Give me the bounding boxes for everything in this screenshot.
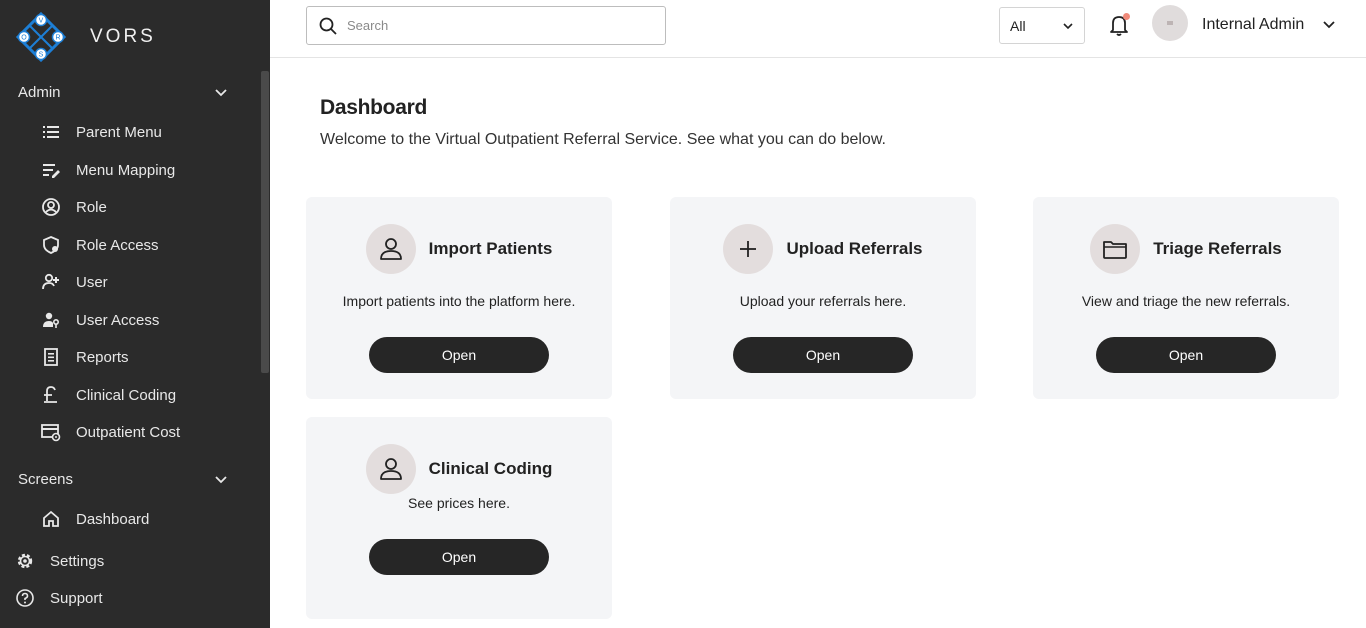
card-header: Upload Referrals xyxy=(670,224,976,274)
svg-text:R: R xyxy=(55,35,60,42)
sidebar-item-label: Role xyxy=(76,198,107,216)
sidebar-item-label: Dashboard xyxy=(76,510,150,528)
card-clinical-coding: Clinical Coding See prices here. Open xyxy=(306,417,612,619)
chevron-down-icon xyxy=(215,88,227,96)
card-import-patients: Import Patients Import patients into the… xyxy=(306,197,612,399)
gear-icon xyxy=(14,550,36,572)
sidebar-item-user-access[interactable]: User Access xyxy=(40,305,255,335)
filter-value: All xyxy=(1010,17,1026,34)
chevron-down-icon[interactable] xyxy=(1322,18,1336,32)
document-icon xyxy=(40,346,62,368)
user-add-icon xyxy=(40,271,62,293)
pound-icon xyxy=(40,384,62,406)
avatar-placeholder-icon xyxy=(1167,21,1173,25)
sidebar-settings-label: Settings xyxy=(50,552,105,570)
sidebar-item-label: Clinical Coding xyxy=(76,386,177,404)
user-key-icon xyxy=(40,309,62,331)
open-button[interactable]: Open xyxy=(369,539,549,575)
card-header: Clinical Coding xyxy=(306,444,612,494)
user-name[interactable]: Internal Admin xyxy=(1202,16,1304,34)
card-description: Import patients into the platform here. xyxy=(342,293,576,309)
open-button[interactable]: Open xyxy=(733,337,913,373)
sidebar-item-role[interactable]: Role xyxy=(40,192,255,222)
sidebar: V O R S VORS Admin Parent Menu Menu Mapp… xyxy=(0,0,270,628)
sidebar-item-clinical-coding[interactable]: Clinical Coding xyxy=(40,380,255,410)
person-icon xyxy=(365,224,416,274)
svg-text:S: S xyxy=(39,52,44,59)
brand-name: VORS xyxy=(90,26,156,47)
section-screens-label: Screens xyxy=(18,471,74,488)
section-screens[interactable]: Screens xyxy=(18,471,228,488)
open-button[interactable]: Open xyxy=(369,337,549,373)
card-description: Upload your referrals here. xyxy=(739,293,907,309)
card-title: Upload Referrals xyxy=(786,239,923,258)
sidebar-item-label: Reports xyxy=(76,348,129,366)
card-title: Triage Referrals xyxy=(1153,239,1282,258)
sidebar-support-label: Support xyxy=(50,589,103,607)
svg-text:O: O xyxy=(21,35,27,42)
card-settings-icon xyxy=(40,421,62,443)
notifications-button[interactable] xyxy=(1108,13,1132,39)
card-description: View and triage the new referrals. xyxy=(1081,293,1291,309)
sidebar-item-user[interactable]: User xyxy=(40,267,255,297)
card-header: Triage Referrals xyxy=(1033,224,1339,274)
sidebar-item-reports[interactable]: Reports xyxy=(40,342,255,372)
page-title: Dashboard xyxy=(320,96,427,119)
chevron-down-icon xyxy=(1063,22,1073,29)
card-title: Clinical Coding xyxy=(428,459,553,478)
user-circle-icon xyxy=(40,196,62,218)
card-upload-referrals: Upload Referrals Upload your referrals h… xyxy=(670,197,976,399)
plus-icon xyxy=(723,224,774,274)
welcome-text: Welcome to the Virtual Outpatient Referr… xyxy=(320,131,886,148)
card-description: See prices here. xyxy=(408,495,510,511)
sidebar-item-label: Menu Mapping xyxy=(76,161,176,179)
search-icon xyxy=(319,17,337,35)
svg-text:V: V xyxy=(39,18,44,25)
brand[interactable]: V O R S VORS xyxy=(16,12,156,62)
filter-select[interactable]: All xyxy=(999,7,1085,44)
sidebar-scrollbar[interactable] xyxy=(261,71,269,373)
card-triage-referrals: Triage Referrals View and triage the new… xyxy=(1033,197,1339,399)
sidebar-item-label: User xyxy=(76,273,108,291)
list-edit-icon xyxy=(40,159,62,181)
list-icon xyxy=(40,121,62,143)
notification-badge xyxy=(1123,13,1130,20)
section-admin[interactable]: Admin xyxy=(18,84,228,101)
card-header: Import Patients xyxy=(306,224,612,274)
chevron-down-icon xyxy=(215,475,227,483)
vors-logo-icon: V O R S xyxy=(16,12,66,62)
sidebar-item-role-access[interactable]: Role Access xyxy=(40,230,255,260)
avatar[interactable] xyxy=(1152,5,1188,41)
sidebar-settings[interactable]: Settings xyxy=(14,546,104,576)
sidebar-item-label: Role Access xyxy=(76,236,159,254)
sidebar-item-dashboard[interactable]: Dashboard xyxy=(40,504,255,534)
sidebar-item-menu-mapping[interactable]: Menu Mapping xyxy=(40,155,255,185)
sidebar-item-outpatient-cost[interactable]: Outpatient Cost xyxy=(40,417,255,447)
folder-icon xyxy=(1090,224,1141,274)
section-admin-label: Admin xyxy=(18,84,61,101)
sidebar-item-label: Parent Menu xyxy=(76,123,162,141)
shield-icon xyxy=(40,234,62,256)
help-icon xyxy=(14,587,36,609)
sidebar-item-parent-menu[interactable]: Parent Menu xyxy=(40,117,255,147)
home-icon xyxy=(40,508,62,530)
open-button[interactable]: Open xyxy=(1096,337,1276,373)
search-box[interactable] xyxy=(306,6,666,45)
search-input[interactable] xyxy=(347,18,647,33)
top-bar: All Internal Admin xyxy=(270,0,1366,58)
card-title: Import Patients xyxy=(428,239,553,258)
sidebar-item-label: User Access xyxy=(76,311,160,329)
person-icon xyxy=(365,444,416,494)
sidebar-support[interactable]: Support xyxy=(14,583,103,613)
sidebar-item-label: Outpatient Cost xyxy=(76,423,181,441)
